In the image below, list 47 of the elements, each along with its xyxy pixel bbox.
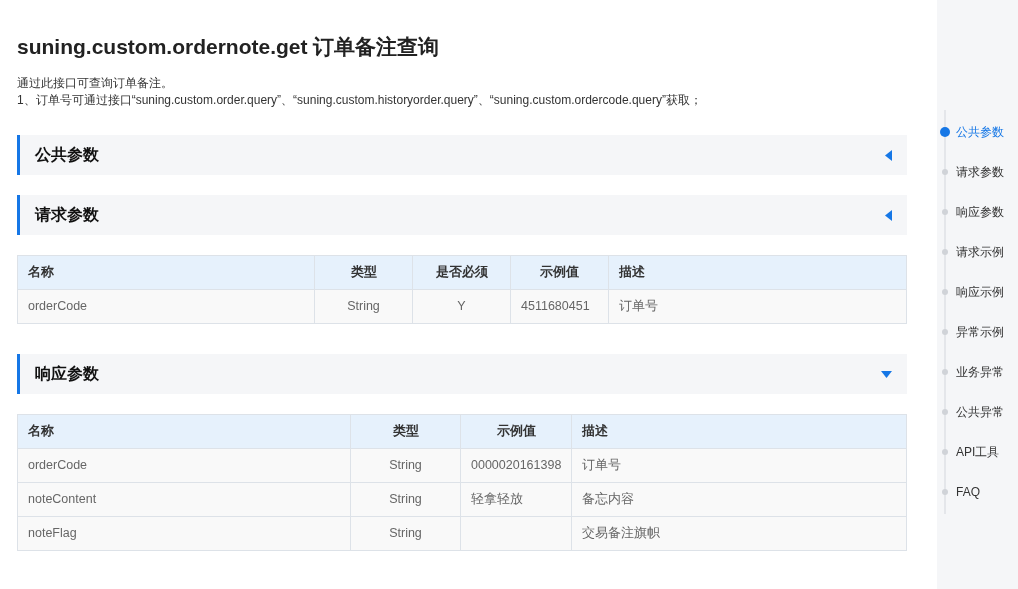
section-header[interactable]: 请求参数 [17, 195, 907, 235]
description-text: 1、订单号可通过接口“suning.custom.order.query”、“suning.custom.historyorder.query”、“suning.custom.ordercode.query”获取； [17, 92, 703, 109]
section-title: 公共参数 [35, 145, 99, 165]
nav-link[interactable]: 业务异常 [956, 363, 1004, 381]
table-cell: 备忘内容 [582, 492, 634, 507]
nav-link[interactable]: FAQ [956, 483, 980, 501]
table-cell: 轻拿轻放 [471, 492, 523, 507]
section-header[interactable]: 响应参数 [17, 354, 907, 394]
nav-link[interactable]: 请求示例 [956, 243, 1004, 261]
nav-link[interactable]: 公共异常 [956, 403, 1004, 421]
table-cell: String [347, 299, 380, 314]
table-cell: String [389, 526, 422, 541]
column-header: 名称 [17, 414, 351, 449]
column-header: 名称 [17, 255, 315, 290]
table-cell: orderCode [28, 299, 88, 314]
section-title: 响应参数 [35, 364, 99, 384]
caret-left-icon [885, 149, 892, 161]
table-cell: String [389, 458, 422, 473]
nav-link[interactable]: 请求参数 [956, 163, 1004, 181]
section-title: 请求参数 [35, 205, 99, 225]
page-title: suning.custom.ordernote.get 订单备注查询 [17, 34, 441, 60]
table-cell: 订单号 [582, 458, 621, 473]
table-cell: noteContent [28, 492, 97, 507]
nav-link[interactable]: API工具 [956, 443, 1000, 461]
description-text: 通过此接口可查询订单备注。 [17, 75, 174, 92]
nav-link[interactable]: 响应参数 [956, 203, 1004, 221]
table-cell: String [389, 492, 422, 507]
column-header: 类型 [314, 255, 413, 290]
column-header: 示例值 [510, 255, 609, 290]
caret-down-icon [881, 370, 892, 378]
table-cell: Y [457, 299, 466, 314]
table-cell: 4511680451 [521, 299, 590, 314]
column-header: 类型 [350, 414, 461, 449]
column-header: 描述 [571, 414, 907, 449]
column-header: 是否必须 [412, 255, 511, 290]
nav-link[interactable]: 响应示例 [956, 283, 1004, 301]
table-cell: 订单号 [619, 299, 658, 314]
section-header[interactable]: 公共参数 [17, 135, 907, 175]
column-header: 示例值 [460, 414, 572, 449]
table-cell: 0000020161398 [471, 458, 562, 473]
table-cell: orderCode [28, 458, 88, 473]
column-header: 描述 [608, 255, 907, 290]
caret-left-icon [885, 209, 892, 221]
nav-link[interactable]: 异常示例 [956, 323, 1004, 341]
table-cell: 交易备注旗帜 [582, 526, 660, 541]
nav-link[interactable]: 公共参数 [956, 123, 1004, 141]
table-cell: noteFlag [28, 526, 77, 541]
